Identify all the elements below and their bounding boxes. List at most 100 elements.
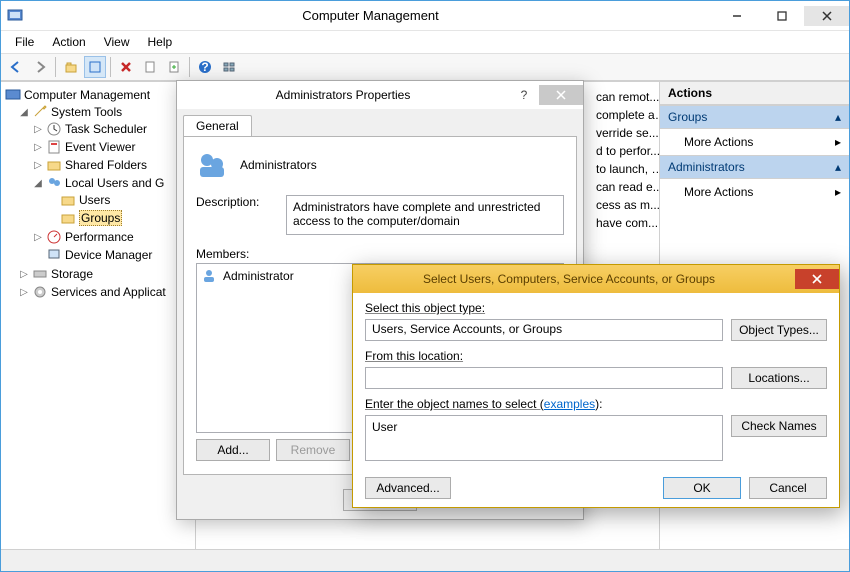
list-item[interactable]: have com... [592,214,659,232]
tree-performance[interactable]: ▷Performance [31,229,193,245]
list-item[interactable]: d to perfor... [592,142,659,160]
tools-icon [32,104,48,120]
forward-button[interactable] [29,56,51,78]
close-button[interactable] [539,85,583,105]
back-button[interactable] [5,56,27,78]
up-button[interactable] [60,56,82,78]
folder-icon [46,157,62,173]
list-item[interactable]: verride se... [592,124,659,142]
more-actions-groups[interactable]: More Actions ▸ [660,129,849,155]
select-title: Select Users, Computers, Service Account… [363,272,795,286]
tab-general[interactable]: General [183,115,252,136]
properties-button[interactable] [84,56,106,78]
menu-action[interactable]: Action [44,33,93,51]
app-icon [7,8,23,24]
properties-title: Administrators Properties [177,88,509,102]
event-icon [46,139,62,155]
tree-groups[interactable]: Groups [45,210,193,226]
select-body: Select this object type: Users, Service … [353,293,839,469]
members-label: Members: [196,247,564,261]
tree-shared-folders[interactable]: ▷Shared Folders [31,157,193,173]
object-names-field[interactable]: User [365,415,723,461]
description-label: Description: [196,195,276,235]
storage-icon [32,266,48,282]
window-title: Computer Management [27,8,714,23]
tree-device-manager[interactable]: Device Manager [31,247,193,263]
tree-pane: Computer Management ◢System Tools ▷Task … [1,82,196,549]
user-icon [201,268,217,284]
tree-root[interactable]: Computer Management [3,87,193,103]
minimize-button[interactable] [714,6,759,26]
tree-event-viewer[interactable]: ▷Event Viewer [31,139,193,155]
refresh-button[interactable] [139,56,161,78]
menu-file[interactable]: File [7,33,42,51]
clock-icon [46,121,62,137]
select-titlebar: Select Users, Computers, Service Account… [353,265,839,293]
list-item[interactable]: can remot... [592,88,659,106]
location-label: From this location: [365,349,827,363]
menu-help[interactable]: Help [140,33,181,51]
chevron-right-icon: ▸ [835,185,841,199]
titlebar: Computer Management [1,1,849,31]
folder-icon [60,192,76,208]
properties-titlebar: Administrators Properties ? [177,81,583,109]
object-type-label: Select this object type: [365,301,827,315]
list-item[interactable]: to launch, a... [592,160,659,178]
names-label: Enter the object names to select ( [365,397,544,411]
actions-group-administrators[interactable]: Administrators ▴ [660,155,849,179]
object-type-field[interactable]: Users, Service Accounts, or Groups [365,319,723,341]
remove-button[interactable]: Remove [276,439,350,461]
cancel-button[interactable]: Cancel [749,477,827,499]
svg-text:?: ? [201,60,208,74]
toolbar: ? [1,53,849,81]
description-field[interactable]: Administrators have complete and unrestr… [286,195,564,235]
separator [110,57,111,77]
folder-icon [60,210,76,226]
tree-system-tools[interactable]: ◢System Tools [17,104,193,120]
help-button[interactable]: ? [194,56,216,78]
tree-task-scheduler[interactable]: ▷Task Scheduler [31,121,193,137]
separator [55,57,56,77]
tree-storage[interactable]: ▷Storage [17,266,193,282]
locations-button[interactable]: Locations... [731,367,827,389]
ok-button[interactable]: OK [663,477,741,499]
collapse-icon: ▴ [835,110,841,124]
performance-icon [46,229,62,245]
select-users-dialog: Select Users, Computers, Service Account… [352,264,840,508]
add-button[interactable]: Add... [196,439,270,461]
tree-users[interactable]: Users [45,192,193,208]
check-names-button[interactable]: Check Names [731,415,827,437]
services-icon [32,284,48,300]
tree-local-users-groups[interactable]: ◢Local Users and G [31,175,193,191]
location-field[interactable] [365,367,723,389]
view-button[interactable] [218,56,240,78]
list-item[interactable]: complete an... [592,106,659,124]
close-button[interactable] [804,6,849,26]
description-column: can remot... complete an... verride se..… [592,88,659,232]
window-controls [714,6,849,26]
list-item[interactable]: can read e... [592,178,659,196]
tree-services[interactable]: ▷Services and Applicat [17,284,193,300]
more-actions-administrators[interactable]: More Actions ▸ [660,179,849,205]
delete-button[interactable] [115,56,137,78]
tree[interactable]: Computer Management ◢System Tools ▷Task … [3,86,193,302]
actions-header: Actions [660,82,849,105]
maximize-button[interactable] [759,6,804,26]
actions-group-groups[interactable]: Groups ▴ [660,105,849,129]
collapse-icon: ▴ [835,160,841,174]
separator [189,57,190,77]
statusbar [1,549,849,571]
users-icon [46,175,62,191]
advanced-button[interactable]: Advanced... [365,477,451,499]
export-button[interactable] [163,56,185,78]
object-types-button[interactable]: Object Types... [731,319,827,341]
help-button[interactable]: ? [509,88,539,102]
tabstrip: General [177,109,583,136]
list-item[interactable]: cess as m... [592,196,659,214]
computer-icon [5,87,21,103]
examples-link[interactable]: examples [544,397,595,411]
close-button[interactable] [795,269,839,289]
menu-view[interactable]: View [96,33,138,51]
chevron-right-icon: ▸ [835,135,841,149]
group-name: Administrators [240,158,317,172]
